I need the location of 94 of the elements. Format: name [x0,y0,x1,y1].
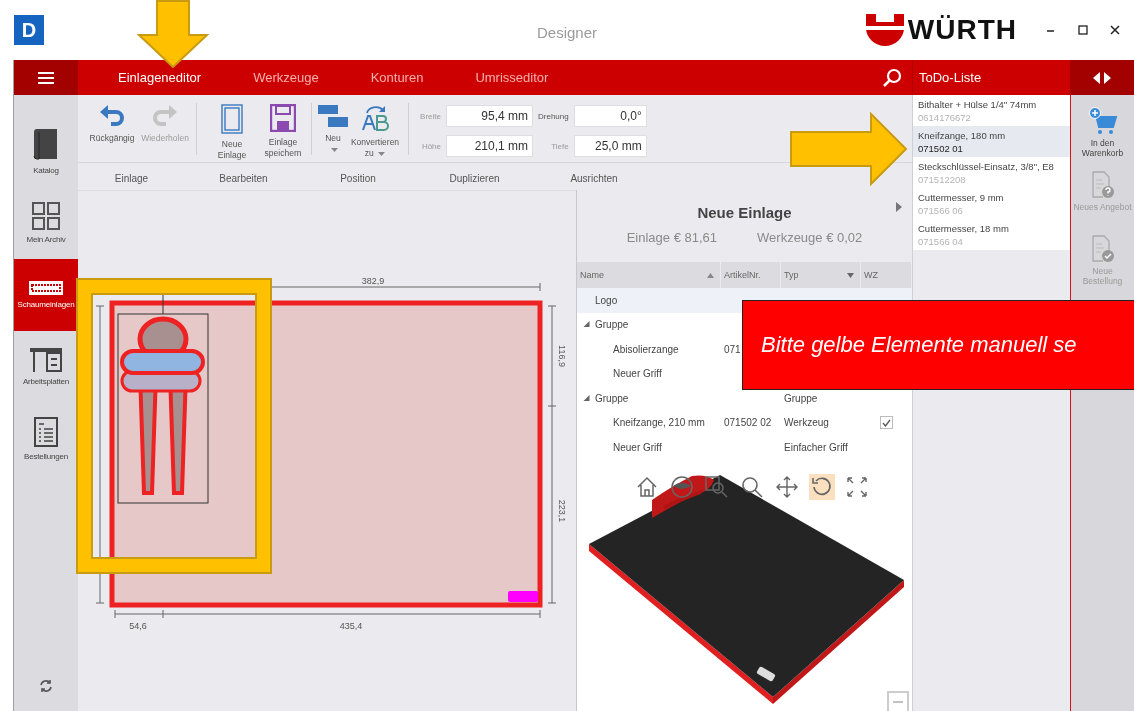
table-cell: Werkzeug [784,417,829,429]
table-cell: Abisolierzange [613,343,679,355]
zoom-window-icon[interactable] [705,475,729,498]
sidebar-item[interactable]: Mein Archiv [14,187,78,259]
redo-icon [152,104,178,128]
table-row[interactable]: Kneifzange, 210 mm 071502 02 Werkzeug [577,410,912,435]
collapse-arrow-icon[interactable] [896,202,902,212]
table-cell: Gruppe [595,392,629,404]
table-cell: 071 [724,343,741,355]
checkbox[interactable] [880,416,893,430]
workbench-icon [29,348,63,372]
fullscreen-icon[interactable] [846,475,868,498]
eye-icon[interactable] [671,475,693,498]
save-icon [270,104,296,132]
todo-item[interactable]: Cuttermesser, 18 mm 071566 04 [913,219,1070,250]
dimension-label: 116,9 [557,345,567,367]
group-label: Position [340,172,376,184]
group-label: Ausrichten [570,172,618,184]
dimension-field[interactable]: 0,0° [573,105,647,127]
brand-logo-icon [865,14,904,46]
todo-item[interactable]: Bithalter + Hülse 1/4" 74mm 0614176672 [913,95,1070,126]
table-cell: Einfacher Griff [784,441,848,453]
rotate-icon[interactable] [811,475,833,498]
search-icon[interactable] [741,475,763,498]
sidebar-item[interactable]: Katalog [14,115,78,187]
table-cell: Neuer Griff [613,368,662,380]
group-label: Duplizieren [449,172,500,184]
dimension-label: 435,4 [339,621,363,631]
toolbar-button[interactable]: Einlage speichern [261,95,305,161]
sidebar-item[interactable]: Bestellungen [14,403,78,475]
todo-item[interactable]: Cuttermesser, 9 mm 071566 06 [913,188,1070,219]
book-icon [33,127,59,161]
group-label: Bearbeiten [219,172,268,184]
undo-icon [99,104,125,128]
document-check-icon [1090,235,1115,263]
window-title: Designer [537,24,597,41]
document-question-icon [1090,171,1115,199]
minus-icon [893,701,903,703]
field-label: Drehung [538,111,569,121]
tools-price: Werkzeuge € 0,02 [757,230,863,245]
menu-icon[interactable] [38,71,54,84]
new-shape-icon [318,104,348,128]
expand-toggle-icon[interactable] [583,394,591,402]
toolbar-button[interactable]: Konvertieren zu [348,95,402,161]
panel-title: ToDo-Liste [919,70,982,85]
sync-icon[interactable] [39,679,53,693]
nav-tab[interactable]: Einlageneditor [118,66,202,89]
action-button[interactable]: In den Warenkorb [1071,103,1134,167]
toolbar-button[interactable]: Neu [318,95,348,157]
dimension-label: 223,1 [557,499,567,523]
column-header[interactable]: Typ [784,270,799,280]
sort-ascending-icon[interactable] [707,272,714,278]
insert-price: Einlage € 81,61 [626,230,718,245]
table-cell: 071502 02 [724,417,772,429]
table-cell: Neuer Griff [613,441,662,453]
toolbar-button[interactable]: Neue Einlage [203,95,261,163]
table-cell: Kneifzange, 210 mm [613,417,705,429]
cart-add-icon [1087,107,1118,135]
dimension-label: 382,9 [361,276,385,286]
field-label: Tiefe [550,141,569,151]
table-cell: Logo [595,294,618,306]
move-icon[interactable] [776,475,798,498]
grid-icon [32,202,60,230]
table-cell: Gruppe [784,392,818,404]
table-row[interactable]: Gruppe Gruppe [577,386,912,411]
filter-caret-icon[interactable] [847,272,854,278]
new-insert-icon [221,104,243,134]
dimension-label: 54,6 [129,621,147,631]
insert-title: Neue Einlage [697,204,792,221]
table-row[interactable]: Neuer Griff Einfacher Griff [577,435,912,460]
column-header[interactable]: Name [580,270,604,280]
foam-tray-icon [29,281,63,295]
column-header[interactable]: WZ [864,270,878,280]
annotation-arrow [137,0,209,68]
maximize-icon[interactable] [1076,23,1090,37]
close-icon[interactable] [1108,23,1122,37]
table-cell: Gruppe [595,319,629,331]
order-list-icon [34,417,58,447]
convert-icon [361,104,389,132]
todo-item[interactable]: Steckschlüssel-Einsatz, 3/8", E8 071512208 [913,157,1070,188]
app-logo: D [14,15,44,45]
sidebar-item[interactable]: Arbeitsplatten [14,331,78,403]
todo-item[interactable]: Kneifzange, 180 mm 071502 01 [913,126,1070,157]
field-label: Breite [419,111,441,121]
home-icon[interactable] [636,475,658,498]
toolbar-button[interactable]: Rückgängig [84,95,140,146]
sidebar-item[interactable]: Schaumeinlagen [14,259,78,331]
brand-name: WÜRTH [907,14,1017,46]
expand-collapse-icon[interactable] [1093,71,1111,84]
expand-toggle-icon[interactable] [583,321,591,329]
group-label: Einlage [114,172,149,184]
column-header[interactable]: ArtikelNr. [724,270,761,280]
logo-placeholder [508,591,538,602]
field-label: Höhe [420,141,441,151]
